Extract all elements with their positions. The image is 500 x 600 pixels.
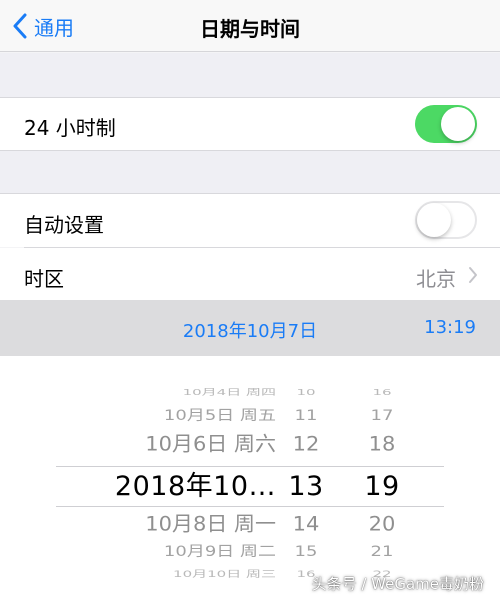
picker-hour-item[interactable]: 11	[276, 408, 336, 423]
picker-minute-item[interactable]: 16	[352, 388, 412, 396]
picker-date-item[interactable]: 10月5日 周五	[40, 408, 276, 423]
picker-date-selected[interactable]: 2018年10…	[40, 473, 276, 500]
hour24-row: 24 小时制	[0, 98, 500, 150]
picker-minute-selected[interactable]: 19	[352, 473, 412, 500]
navigation-bar: 通用 日期与时间	[0, 0, 500, 52]
picker-hour-selected[interactable]: 13	[276, 473, 336, 500]
picker-minute-item[interactable]: 21	[352, 544, 412, 559]
picker-date-item[interactable]: 10月9日 周二	[40, 544, 276, 559]
selected-time: 13:19	[424, 317, 476, 338]
timezone-value: 北京	[416, 267, 456, 291]
section-gap	[0, 53, 500, 98]
section-gap	[0, 151, 500, 193]
picker-minute-item[interactable]: 20	[352, 514, 412, 534]
date-time-picker[interactable]: 10月4日 周四 10 16 10月5日 周五 11 17 10月6日 周六 12 18 2018…	[0, 356, 500, 600]
timezone-label: 时区	[24, 267, 64, 291]
picker-date-item[interactable]: 10月4日 周四	[40, 388, 276, 396]
toggle-knob	[441, 107, 475, 141]
picker-selection-line	[56, 466, 444, 467]
auto-set-row: 自动设置	[0, 194, 500, 247]
picker-minute-item[interactable]: 17	[352, 408, 412, 423]
watermark: 头条号 / WeGame毒奶粉	[311, 575, 484, 593]
picker-selection-line	[56, 506, 444, 507]
picker-date-item[interactable]: 10月6日 周六	[40, 434, 276, 454]
picker-hour-item[interactable]: 14	[276, 514, 336, 534]
picker-hour-item[interactable]: 12	[276, 434, 336, 454]
page-title: 日期与时间	[200, 17, 300, 41]
hour24-label: 24 小时制	[24, 116, 116, 140]
picker-hour-item[interactable]: 10	[276, 388, 336, 396]
auto-set-label: 自动设置	[24, 213, 104, 237]
picker-hour-item[interactable]: 15	[276, 544, 336, 559]
toggle-knob	[417, 203, 451, 237]
picker-date-item[interactable]: 10月8日 周一	[40, 514, 276, 534]
hour24-toggle[interactable]	[415, 105, 477, 143]
timezone-row[interactable]: 时区 北京	[0, 248, 500, 300]
chevron-right-icon	[469, 267, 477, 283]
picker-date-item[interactable]: 10月10日 周三	[40, 569, 276, 579]
auto-set-toggle[interactable]	[415, 201, 477, 239]
picker-minute-item[interactable]: 18	[352, 434, 412, 454]
date-time-summary[interactable]: 2018年10月7日 13:19	[0, 300, 500, 356]
